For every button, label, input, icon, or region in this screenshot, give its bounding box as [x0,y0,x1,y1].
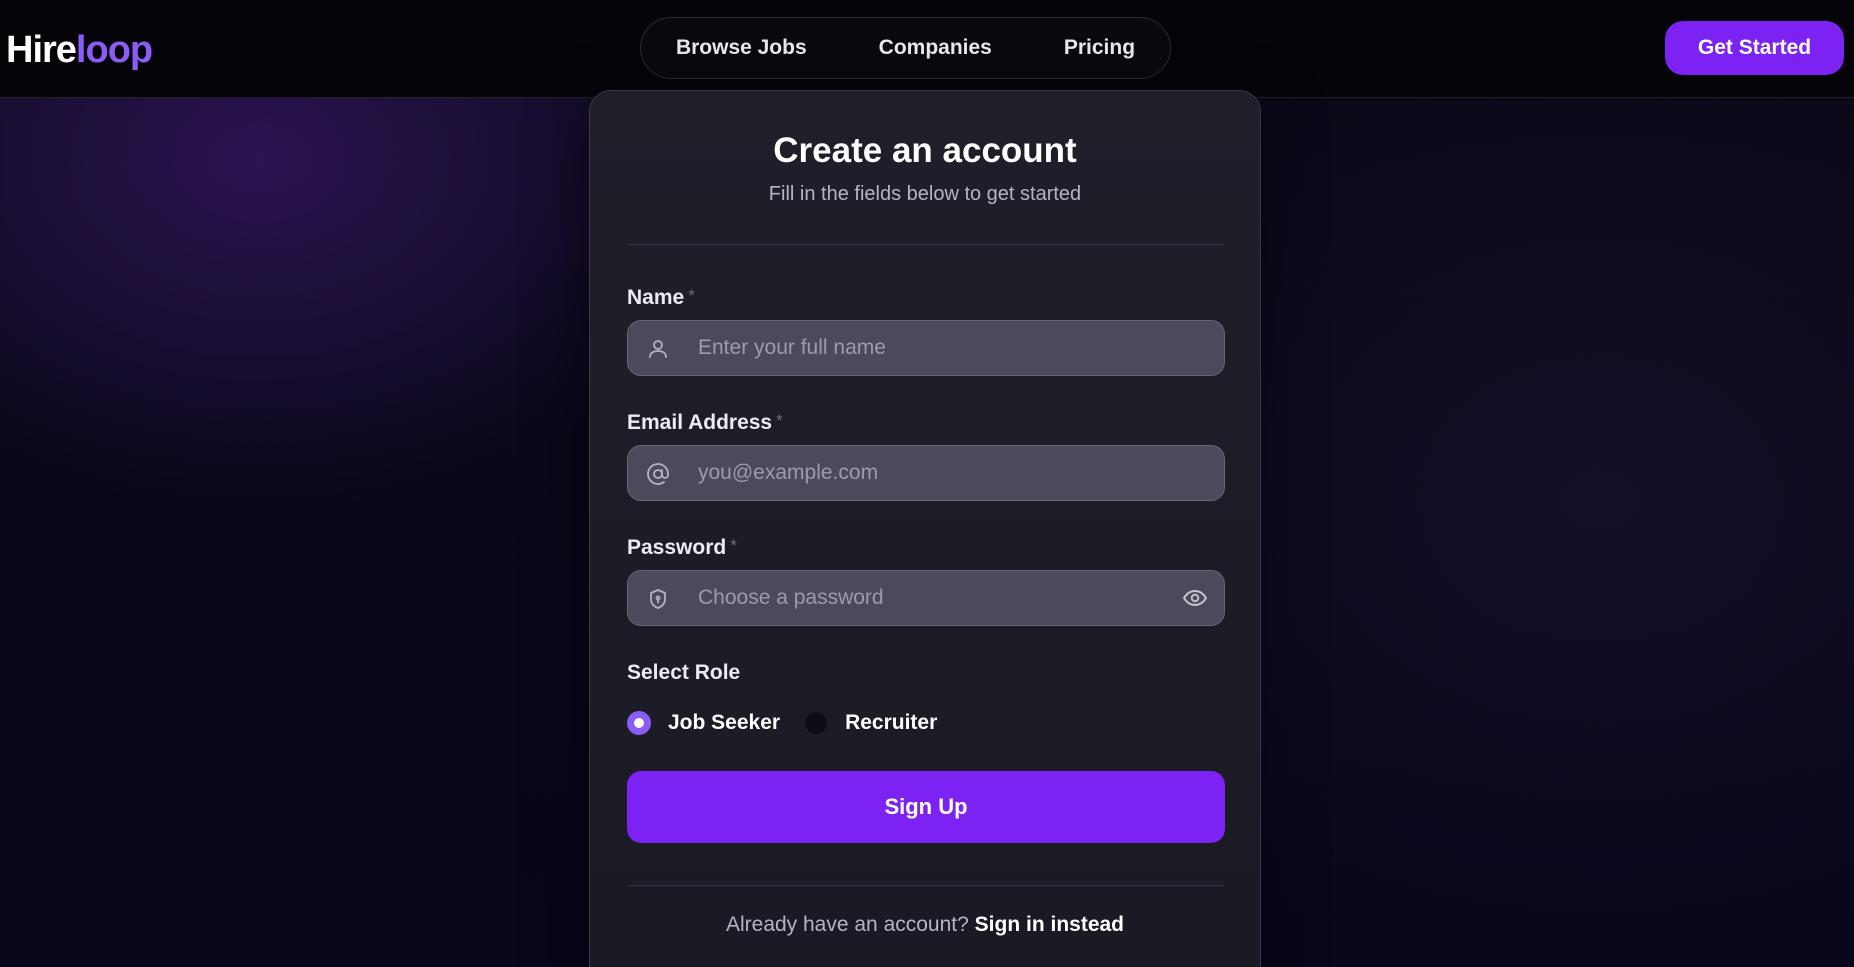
user-icon [646,337,670,361]
email-label: Email Address * [627,411,783,435]
signin-prompt-text: Already have an account? [725,913,969,936]
signin-prompt: Already have an account? Sign in instead [590,913,1260,937]
footer-divider [627,885,1224,886]
shield-icon [646,587,670,611]
password-label: Password * [627,536,737,560]
nav-link-browse-jobs[interactable]: Browse Jobs [676,36,807,60]
required-marker: * [688,286,695,305]
sign-in-link[interactable]: Sign in instead [975,913,1124,936]
radio-job-seeker[interactable] [627,711,651,735]
role-radio-group: Job Seeker Recruiter [627,708,961,738]
signup-card: Create an account Fill in the fields bel… [589,90,1261,967]
radio-recruiter[interactable] [804,711,829,735]
name-label: Name * [627,286,695,310]
radio-label-recruiter[interactable]: Recruiter [845,711,937,735]
page-subtitle: Fill in the fields below to get started [768,183,1082,205]
main-nav: Browse Jobs Companies Pricing [640,17,1171,79]
email-input[interactable] [698,446,1168,500]
header-divider [627,244,1224,245]
brand-logo[interactable]: Hireloop [6,29,153,71]
password-label-text: Password [627,536,727,559]
required-marker: * [776,411,783,430]
password-input[interactable] [698,571,1168,625]
at-sign-icon [646,462,670,486]
radio-label-job-seeker[interactable]: Job Seeker [668,711,780,735]
name-field [627,320,1225,376]
brand-name-part1: Hire [6,29,77,71]
role-label: Select Role [627,661,741,684]
name-label-text: Name [627,286,685,309]
sign-up-button[interactable]: Sign Up [627,771,1225,843]
email-label-text: Email Address [627,411,773,434]
brand-name-part2: loop [75,29,153,71]
page-title: Create an account [773,131,1077,170]
email-field [627,445,1225,501]
get-started-button[interactable]: Get Started [1665,21,1844,75]
eye-icon[interactable] [1182,586,1208,610]
nav-link-pricing[interactable]: Pricing [1064,36,1135,60]
name-input[interactable] [698,321,1168,375]
required-marker: * [730,536,737,555]
nav-link-companies[interactable]: Companies [879,36,992,60]
top-navbar: Hireloop Browse Jobs Companies Pricing G… [0,0,1854,98]
password-field [627,570,1225,626]
